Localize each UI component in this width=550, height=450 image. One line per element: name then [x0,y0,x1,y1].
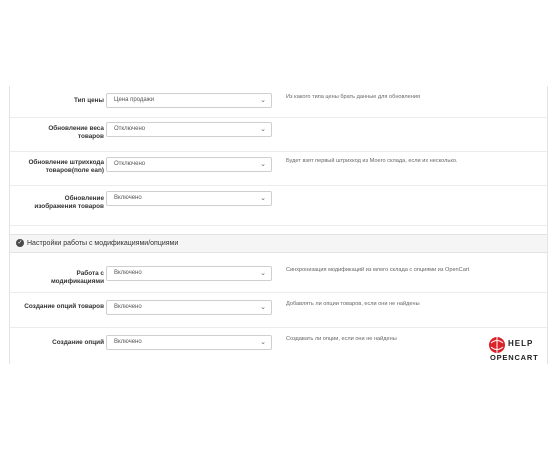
form-row-create-product-options: Создание опций товаров Включено ⌄ Добавл… [10,292,547,328]
form-row-modifications: Работа с модификациями Включено ⌄ Синхро… [10,258,547,293]
form-row-weight-update: Обновление веса товаров Отключено ⌄ [10,117,547,152]
create-options-select[interactable]: Включено ⌄ [106,335,272,350]
field-label: Создание опций [52,339,104,346]
weight-update-select[interactable]: Отключено ⌄ [106,122,272,137]
logo-line2: OPENCART [490,353,539,362]
select-value: Включено [114,304,142,310]
page: Тип цены Цена продажи ⌄ Из какого типа ц… [0,0,550,450]
help-text: Добавлять ли опции товаров, если они не … [286,301,420,307]
section-title: Настройки работы с модификациями/опциями [27,240,179,247]
help-text: Из какого типа цены брать данные для обн… [286,94,420,100]
help-text: Создавать ли опции, если они не найдены [286,336,397,342]
image-update-select[interactable]: Включено ⌄ [106,191,272,206]
select-value: Включено [114,270,142,276]
form-row-create-options: Создание опций Включено ⌄ Создавать ли о… [10,327,547,364]
price-type-select[interactable]: Цена продажи ⌄ [106,93,272,108]
logo-line1: HELP [508,339,533,348]
form-row-price-type: Тип цены Цена продажи ⌄ Из какого типа ц… [10,86,547,118]
field-label: Тип цены [73,97,104,104]
select-value: Цена продажи [114,97,155,103]
chevron-down-icon: ⌄ [260,304,266,311]
form-row-barcode-update: Обновление штрихкода товаров(поле ean) О… [10,151,547,186]
field-label: Обновление веса товаров [48,125,104,140]
form-row-image-update: Обновление изображения товаров Включено … [10,185,547,226]
help-text: Синхронизация модификаций из млего склад… [286,267,470,273]
barcode-update-select[interactable]: Отключено ⌄ [106,157,272,172]
select-value: Отключено [114,161,146,167]
field-label: Обновление штрихкода товаров(поле ean) [28,159,104,174]
select-value: Отключено [114,126,146,132]
chevron-down-icon: ⌄ [260,126,266,133]
chevron-down-icon: ⌄ [260,270,266,277]
select-value: Включено [114,339,142,345]
help-opencart-logo: HELP OPENCART [489,337,539,362]
modifications-select[interactable]: Включено ⌄ [106,266,272,281]
select-value: Включено [114,195,142,201]
field-label: Обновление изображения товаров [34,195,104,210]
create-product-options-select[interactable]: Включено ⌄ [106,300,272,315]
chevron-down-icon: ⌄ [260,339,266,346]
chevron-down-icon: ⌄ [260,97,266,104]
settings-panel: Тип цены Цена продажи ⌄ Из какого типа ц… [9,86,548,364]
chevron-down-icon: ⌄ [260,161,266,168]
section-header-modifications[interactable]: ✓ Настройки работы с модификациями/опция… [10,234,547,253]
chevron-down-icon: ⌄ [260,195,266,202]
help-text: Будет взят первый штрихкод из Моего скла… [286,158,458,164]
check-circle-icon: ✓ [16,239,24,247]
field-label: Создание опций товаров [24,303,104,310]
field-label: Работа с модификациями [51,270,104,285]
